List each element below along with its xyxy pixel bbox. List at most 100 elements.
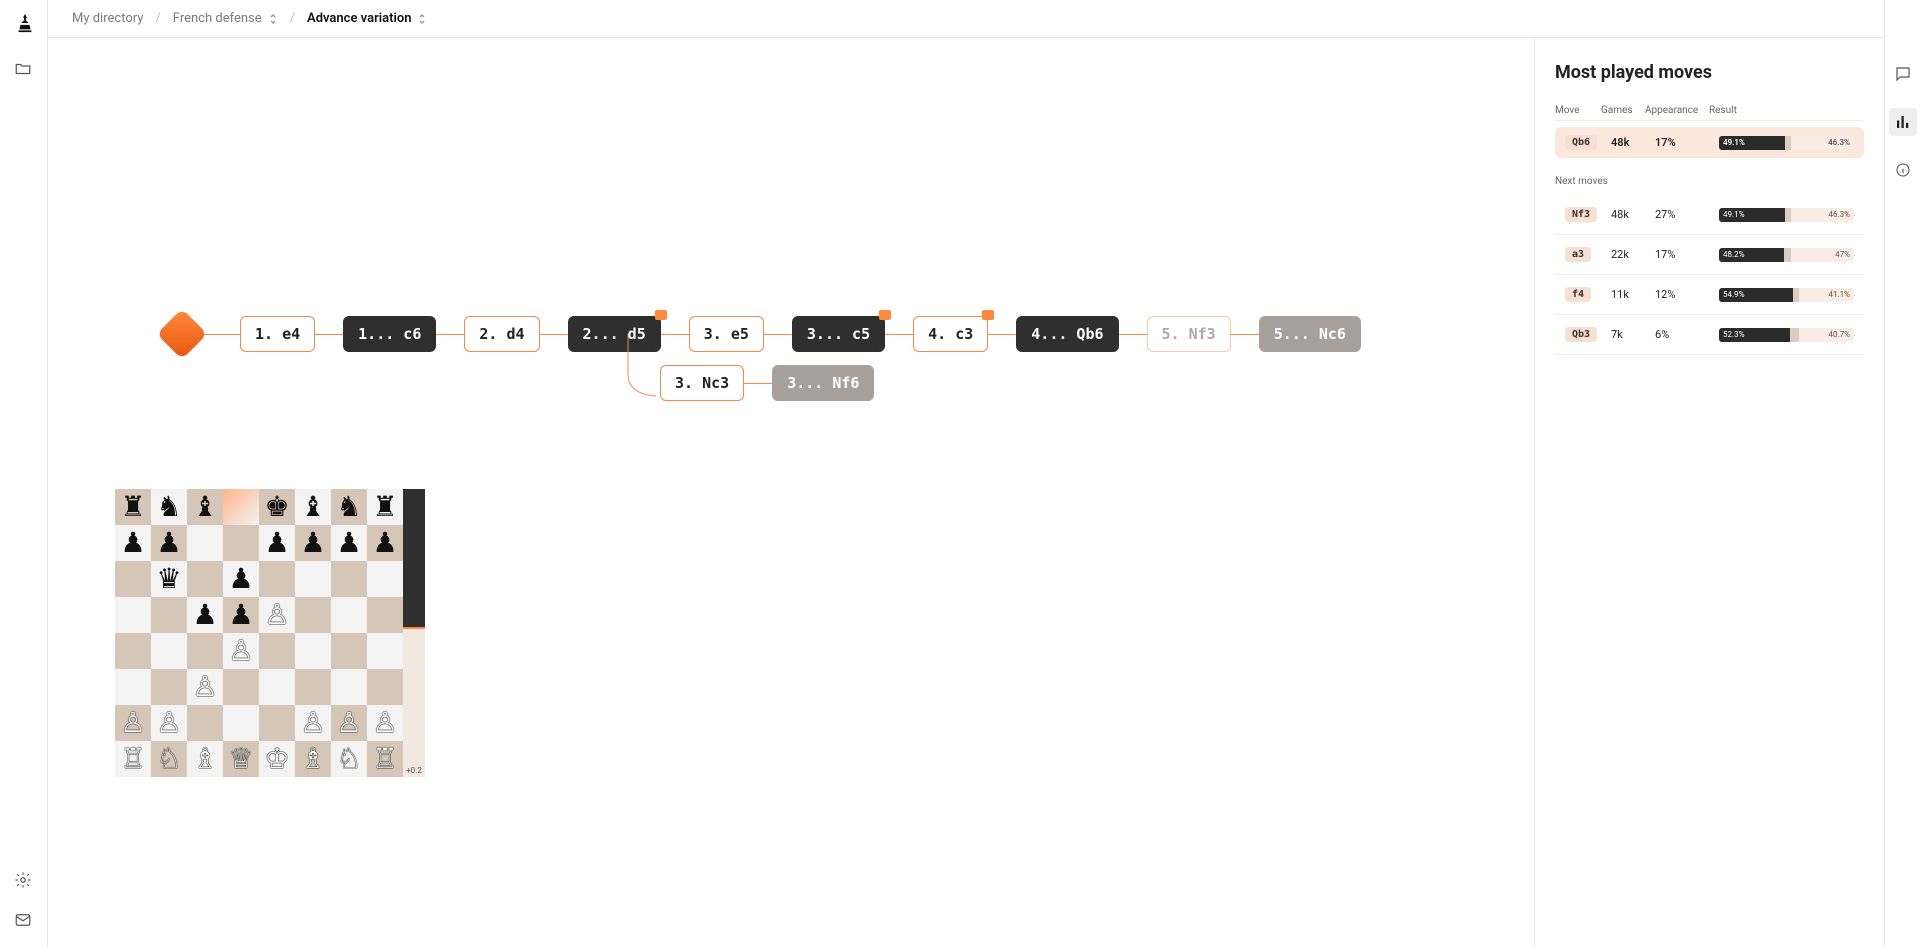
stat-row[interactable]: Qb37k6%52.3%40.7% [1555,315,1864,355]
square-f1[interactable]: ♗ [295,741,331,777]
square-f3[interactable] [295,669,331,705]
square-d1[interactable]: ♕ [223,741,259,777]
square-d3[interactable] [223,669,259,705]
chessboard[interactable]: ♜♞♝♚♝♞♜♟♟♟♟♟♟♛♟♟♟♙♙♙♙♙♙♙♙♖♘♗♕♔♗♘♖ [115,489,403,777]
square-b5[interactable] [151,597,187,633]
square-f4[interactable] [295,633,331,669]
square-c8[interactable]: ♝ [187,489,223,525]
featured-move-row[interactable]: Qb6 48k 17% 49.1%46.3% [1555,127,1864,158]
square-c4[interactable] [187,633,223,669]
square-c7[interactable] [187,525,223,561]
square-a4[interactable] [115,633,151,669]
square-d7[interactable] [223,525,259,561]
crumb-root[interactable]: My directory [72,11,143,26]
square-g2[interactable]: ♙ [331,705,367,741]
square-h4[interactable] [367,633,403,669]
square-a8[interactable]: ♜ [115,489,151,525]
move-node[interactable]: 3. e5 [689,316,764,352]
square-e2[interactable] [259,705,295,741]
square-d2[interactable] [223,705,259,741]
square-h2[interactable]: ♙ [367,705,403,741]
square-c1[interactable]: ♗ [187,741,223,777]
square-b4[interactable] [151,633,187,669]
stat-row[interactable]: f411k12%54.9%41.1% [1555,275,1864,315]
square-h1[interactable]: ♖ [367,741,403,777]
square-c6[interactable] [187,561,223,597]
square-c2[interactable] [187,705,223,741]
square-a7[interactable]: ♟ [115,525,151,561]
square-e1[interactable]: ♔ [259,741,295,777]
square-g4[interactable] [331,633,367,669]
square-a3[interactable] [115,669,151,705]
square-f8[interactable]: ♝ [295,489,331,525]
square-g7[interactable]: ♟ [331,525,367,561]
crumb-current[interactable]: Advance variation [307,11,427,26]
square-e6[interactable] [259,561,295,597]
move-node[interactable]: 2. d4 [464,316,539,352]
square-g3[interactable] [331,669,367,705]
square-g6[interactable] [331,561,367,597]
crumb-parent[interactable]: French defense [173,11,278,26]
piece-wp: ♙ [120,709,145,737]
mail-icon[interactable] [14,911,34,931]
square-f5[interactable] [295,597,331,633]
folder-icon[interactable] [14,60,34,80]
square-b7[interactable]: ♟ [151,525,187,561]
move-node[interactable]: 3... Nf6 [772,365,874,401]
square-e3[interactable] [259,669,295,705]
move-node[interactable]: 3... c5 [792,316,885,352]
square-h5[interactable] [367,597,403,633]
info-tab-icon[interactable] [1889,156,1917,184]
stat-row[interactable]: a322k17%48.2%47% [1555,235,1864,275]
square-g8[interactable]: ♞ [331,489,367,525]
stat-row[interactable]: Nf348k27%49.1%46.3% [1555,195,1864,235]
move-tree-canvas[interactable]: 1. e4 1... c6 2. d4 2... d5 3. e5 3... c5 4. c… [48,38,1534,947]
square-g1[interactable]: ♘ [331,741,367,777]
square-d6[interactable]: ♟ [223,561,259,597]
square-c5[interactable]: ♟ [187,597,223,633]
start-position-node[interactable] [157,309,208,360]
square-f7[interactable]: ♟ [295,525,331,561]
move-node[interactable]: 3. Nc3 [660,365,744,401]
square-b1[interactable]: ♘ [151,741,187,777]
square-h3[interactable] [367,669,403,705]
piece-wn: ♘ [336,745,361,773]
square-e4[interactable] [259,633,295,669]
piece-bp: ♟ [300,529,325,557]
square-d5[interactable]: ♟ [223,597,259,633]
stats-tab-icon[interactable] [1889,108,1917,136]
move-node[interactable]: 1. e4 [240,316,315,352]
move-node[interactable]: 4. c3 [913,316,988,352]
square-b2[interactable]: ♙ [151,705,187,741]
square-a6[interactable] [115,561,151,597]
move-node[interactable]: 1... c6 [343,316,436,352]
square-e5[interactable]: ♙ [259,597,295,633]
eval-bar: +0.2 [403,489,425,777]
square-g5[interactable] [331,597,367,633]
square-h7[interactable]: ♟ [367,525,403,561]
square-h8[interactable]: ♜ [367,489,403,525]
square-a5[interactable] [115,597,151,633]
settings-icon[interactable] [14,871,34,891]
games-value: 48k [1611,208,1655,221]
square-d8[interactable] [223,489,259,525]
square-a2[interactable]: ♙ [115,705,151,741]
square-h6[interactable] [367,561,403,597]
app-logo-icon[interactable] [14,12,34,32]
piece-wp: ♙ [300,709,325,737]
square-e8[interactable]: ♚ [259,489,295,525]
move-node[interactable]: 4... Qb6 [1016,316,1118,352]
move-node[interactable]: 5. Nf3 [1147,316,1231,352]
square-f2[interactable]: ♙ [295,705,331,741]
square-b3[interactable] [151,669,187,705]
square-f6[interactable] [295,561,331,597]
move-node[interactable]: 5... Nc6 [1259,316,1361,352]
square-e7[interactable]: ♟ [259,525,295,561]
square-b6[interactable]: ♛ [151,561,187,597]
square-a1[interactable]: ♖ [115,741,151,777]
comments-tab-icon[interactable] [1889,60,1917,88]
move-node[interactable]: 2... d5 [568,316,661,352]
square-c3[interactable]: ♙ [187,669,223,705]
square-d4[interactable]: ♙ [223,633,259,669]
square-b8[interactable]: ♞ [151,489,187,525]
